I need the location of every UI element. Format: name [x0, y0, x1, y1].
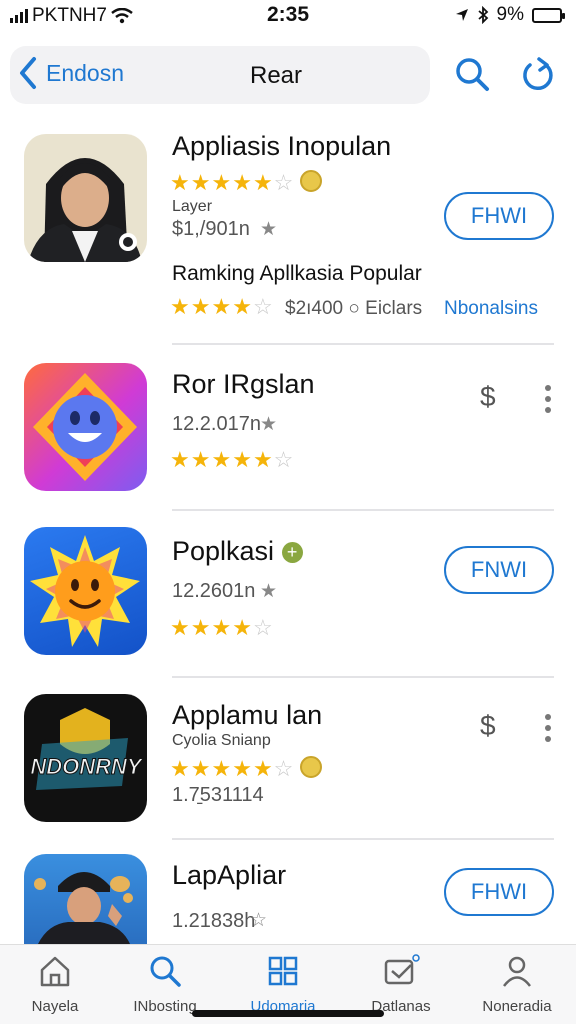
screen-icon: [384, 954, 420, 985]
tab-profile[interactable]: Noneradia: [462, 953, 572, 1015]
list-item[interactable]: Ror IRgslan 12.2.017n ★ ★ ★ ★ ★ ★ ☆ $: [0, 345, 576, 511]
app-price: $1,/901n: [172, 218, 250, 240]
price-icon[interactable]: $: [480, 381, 496, 413]
rating-stars: ★ ★ ★ ★ ★ ☆: [170, 756, 323, 782]
tab-search[interactable]: INbosting: [110, 953, 220, 1015]
app-subtitle: Layer: [172, 198, 213, 215]
ranking-link[interactable]: Nbonalsins: [444, 298, 538, 320]
tab-label: Noneradia: [482, 998, 552, 1015]
app-icon-sun: [24, 527, 147, 655]
rating-stars: ★ ★ ★ ★ ★ ☆: [170, 447, 294, 472]
star-outline-icon: ☆: [250, 910, 268, 931]
list-item[interactable]: Poplkasi + 12.2601n ★ ★ ★ ★ ★ ☆ FNWI: [0, 510, 576, 680]
app-price: 12.2601n: [172, 580, 256, 602]
ranking-rating-stars: ★ ★ ★ ★ ☆: [170, 294, 273, 319]
app-subtitle: Cyolia Snianp: [172, 732, 271, 749]
price-icon[interactable]: $: [480, 710, 496, 742]
ranking-title: Ramking Apllkasia Popular: [172, 262, 422, 285]
app-name: Appliasis Inopulan: [172, 131, 392, 161]
star-icon: ★: [260, 219, 278, 240]
more-icon[interactable]: [545, 714, 553, 742]
coin-icon: [300, 756, 323, 778]
search-icon: [150, 956, 181, 987]
home-indicator: [192, 1010, 384, 1017]
tab-label: Nayela: [31, 998, 79, 1015]
app-price: 1.21838h: [172, 910, 256, 932]
app-name: LapApliar: [172, 860, 287, 890]
app-price: 12.2.017n: [172, 413, 261, 435]
tab-updates[interactable]: Datlanas: [346, 953, 456, 1015]
star-icon: ★: [260, 414, 278, 435]
get-button[interactable]: FHWI: [444, 192, 554, 240]
tab-apps[interactable]: Udomaria: [228, 953, 338, 1015]
list-item[interactable]: LapApliar 1.21838h ☆ FHWI: [0, 840, 576, 944]
person-icon: [503, 956, 531, 987]
list-item[interactable]: Appliasis Inopulan ★ ★ ★ ★ ★ ☆ Layer $1,/901n…: [0, 0, 576, 345]
home-icon: [40, 956, 70, 987]
tab-home[interactable]: Nayela: [0, 953, 110, 1015]
app-price: 1.7̱531114: [172, 784, 264, 806]
app-icon-person: [24, 134, 147, 262]
app-icon-person-waving: [24, 854, 147, 944]
app-icon-game-logo: NDONRNY: [24, 694, 147, 822]
app-name: Ror IRgslan: [172, 369, 315, 399]
app-name: Applamu lan: [172, 700, 323, 730]
get-button[interactable]: FNWI: [444, 546, 554, 594]
add-badge-icon: +: [281, 542, 303, 564]
star-icon: ★: [260, 581, 278, 602]
app-name-text: Poplkasi: [172, 536, 275, 566]
get-button[interactable]: FHWI: [444, 868, 554, 916]
coin-icon: [300, 170, 323, 192]
more-icon[interactable]: [545, 385, 553, 413]
app-icon-smiley: [24, 363, 147, 491]
list-item[interactable]: NDONRNY Applamu lan Cyolia Snianp ★ ★ ★ ★ ★ ☆…: [0, 676, 576, 840]
ranking-meta: $2ı400 ○ Eiclars: [285, 298, 423, 319]
rating-stars: ★ ★ ★ ★ ★ ☆: [170, 170, 323, 196]
rating-stars: ★ ★ ★ ★ ☆: [170, 615, 273, 640]
game-logo-text: NDONRNY: [30, 754, 144, 779]
grid-icon: [268, 956, 298, 986]
app-name: Poplkasi +: [172, 536, 303, 567]
